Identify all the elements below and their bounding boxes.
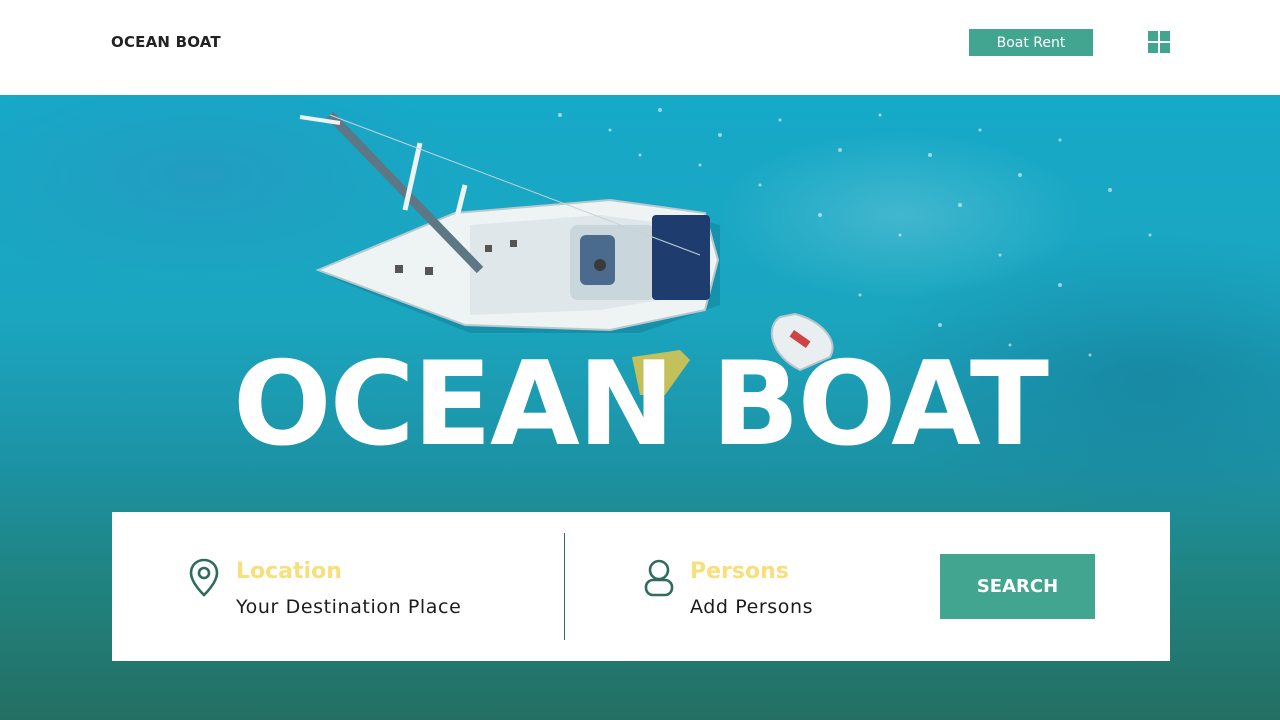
brand-logo-text[interactable]: OCEAN BOAT <box>111 33 221 51</box>
persons-field[interactable]: Add Persons <box>690 596 813 618</box>
persons-label: Persons <box>690 559 789 584</box>
location-field[interactable]: Your Destination Place <box>236 596 461 618</box>
grid-menu-icon[interactable] <box>1148 31 1170 53</box>
person-icon <box>644 559 674 597</box>
search-panel: Location Your Destination Place Persons … <box>112 512 1170 661</box>
location-label: Location <box>236 559 342 584</box>
top-header: OCEAN BOAT Boat Rent <box>0 0 1280 95</box>
field-divider <box>564 533 565 640</box>
hero-title: OCEAN BOAT <box>232 337 1049 472</box>
boat-rent-button[interactable]: Boat Rent <box>969 29 1093 56</box>
location-pin-icon <box>189 558 219 597</box>
search-button[interactable]: SEARCH <box>940 554 1095 619</box>
